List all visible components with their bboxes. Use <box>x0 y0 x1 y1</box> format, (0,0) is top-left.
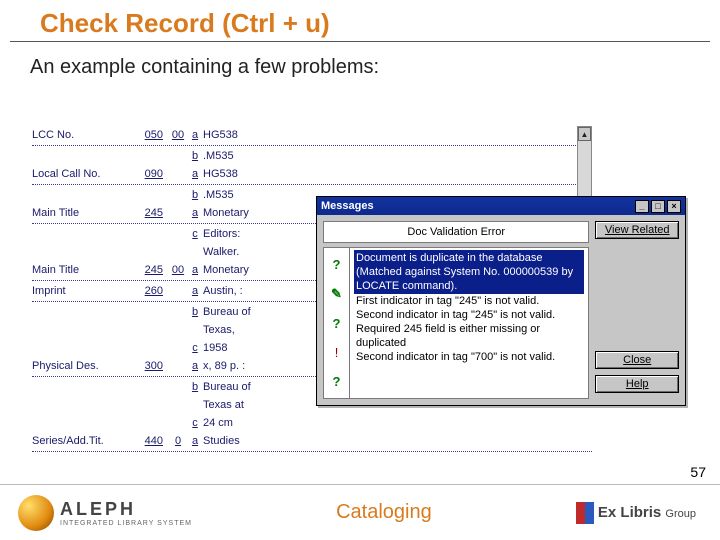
editor-row[interactable]: LCC No.05000aHG538 <box>32 126 592 144</box>
message-row[interactable]: Required 245 field is either missing or … <box>354 322 584 350</box>
message-row[interactable]: Second indicator in tag "245" is not val… <box>354 308 584 322</box>
dialog-title-text: Messages <box>321 200 374 212</box>
message-row[interactable]: Document is duplicate in the database (M… <box>354 250 584 294</box>
page-number: 57 <box>690 464 706 480</box>
editor-row[interactable]: Local Call No.090aHG538 <box>32 165 592 183</box>
view-related-button[interactable]: View Related <box>595 221 679 239</box>
exlibris-icon <box>576 502 594 524</box>
question-icon: ? <box>333 316 341 331</box>
dialog-titlebar[interactable]: Messages _ □ × <box>317 197 685 215</box>
editor-row[interactable]: Series/Add.Tit.4400aStudies <box>32 432 592 450</box>
message-row[interactable]: Second indicator in tag "700" is not val… <box>354 350 584 364</box>
messages-list[interactable]: ? ✎?!? Document is duplicate in the datab… <box>323 247 589 399</box>
minimize-icon[interactable]: _ <box>635 200 649 213</box>
maximize-icon[interactable]: □ <box>651 200 665 213</box>
slide-subtitle: An example containing a few problems: <box>0 42 720 89</box>
close-button[interactable]: Close <box>595 351 679 369</box>
scroll-up-icon[interactable]: ▲ <box>578 127 591 141</box>
editor-row[interactable]: c24 cm <box>32 414 592 432</box>
aleph-brand-name: ALEPH <box>60 499 192 520</box>
slide-footer: ALEPH INTEGRATED LIBRARY SYSTEM Catalogi… <box>0 484 720 540</box>
close-icon[interactable]: × <box>667 200 681 213</box>
edit-icon: ✎ <box>331 286 342 302</box>
slide-title: Check Record (Ctrl + u) <box>10 0 710 42</box>
aleph-brand-sub: INTEGRATED LIBRARY SYSTEM <box>60 520 192 527</box>
messages-dialog: Messages _ □ × Doc Validation Error ? ✎?!… <box>316 196 686 406</box>
editor-row[interactable]: b.M535 <box>32 147 592 165</box>
message-row[interactable]: First indicator in tag "245" is not vali… <box>354 294 584 308</box>
aleph-orb-icon <box>18 495 54 531</box>
dialog-header: Doc Validation Error <box>323 221 589 243</box>
footer-center: Cataloging <box>192 501 576 524</box>
question-icon: ? <box>333 257 341 272</box>
aleph-logo: ALEPH INTEGRATED LIBRARY SYSTEM <box>0 495 192 531</box>
question-icon: ? <box>333 374 341 389</box>
exlibris-logo: Ex Libris Group <box>576 502 720 524</box>
help-button[interactable]: Help <box>595 375 679 393</box>
bang-icon: ! <box>335 345 339 360</box>
